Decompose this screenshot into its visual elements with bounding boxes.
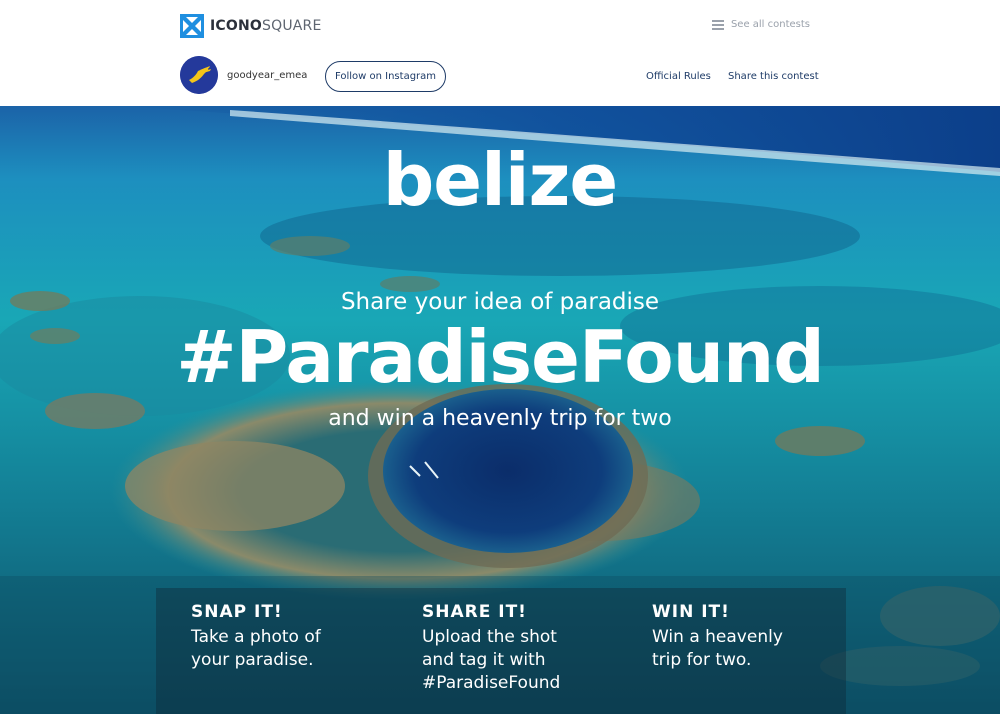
hero-banner: belize Share your idea of paradise #Para…	[0, 106, 1000, 714]
step-line: trip for two.	[652, 650, 752, 670]
goodyear-wingfoot-icon	[180, 56, 218, 94]
step-title: SHARE IT!	[422, 602, 527, 622]
top-bar: ICONOSQUARE See all contests	[0, 0, 1000, 52]
step-line: Take a photo of	[191, 627, 321, 647]
step-share-it: SHARE IT! Upload the shot and tag it wit…	[422, 602, 560, 695]
follow-on-instagram-button[interactable]: Follow on Instagram	[325, 61, 446, 92]
account-username[interactable]: goodyear_emea	[227, 70, 307, 81]
iconosquare-logo[interactable]: ICONOSQUARE	[180, 14, 322, 38]
hero-prize-text: and win a heavenly trip for two	[328, 406, 672, 431]
belize-brand-title: belize	[382, 138, 618, 222]
step-line: #ParadiseFound	[422, 673, 561, 693]
account-bar: goodyear_emea Follow on Instagram Offici…	[0, 52, 1000, 106]
logo-text-light: SQUARE	[262, 18, 322, 34]
logo-text: ICONOSQUARE	[210, 18, 322, 34]
contest-steps-panel: SNAP IT! Take a photo of your paradise. …	[156, 588, 846, 714]
step-title: WIN IT!	[652, 602, 730, 622]
hero-tagline: Share your idea of paradise	[340, 289, 660, 315]
step-line: your paradise.	[191, 650, 314, 670]
step-title: SNAP IT!	[191, 602, 283, 622]
logo-text-bold: ICONO	[210, 18, 263, 34]
step-snap-it: SNAP IT! Take a photo of your paradise.	[191, 602, 321, 672]
official-rules-link[interactable]: Official Rules	[646, 71, 711, 82]
iconosquare-logo-icon	[180, 14, 204, 38]
step-line: Upload the shot	[422, 627, 557, 647]
see-all-contests-label: See all contests	[730, 19, 810, 30]
step-win-it: WIN IT! Win a heavenly trip for two.	[652, 602, 783, 672]
share-contest-link[interactable]: Share this contest	[728, 71, 819, 82]
step-line: and tag it with	[422, 650, 546, 670]
avatar[interactable]	[180, 56, 218, 94]
hero-hashtag: #ParadiseFound	[176, 315, 825, 399]
see-all-contests-link[interactable]: See all contests	[711, 19, 810, 30]
hamburger-icon	[711, 20, 724, 30]
step-line: Win a heavenly	[652, 627, 783, 647]
